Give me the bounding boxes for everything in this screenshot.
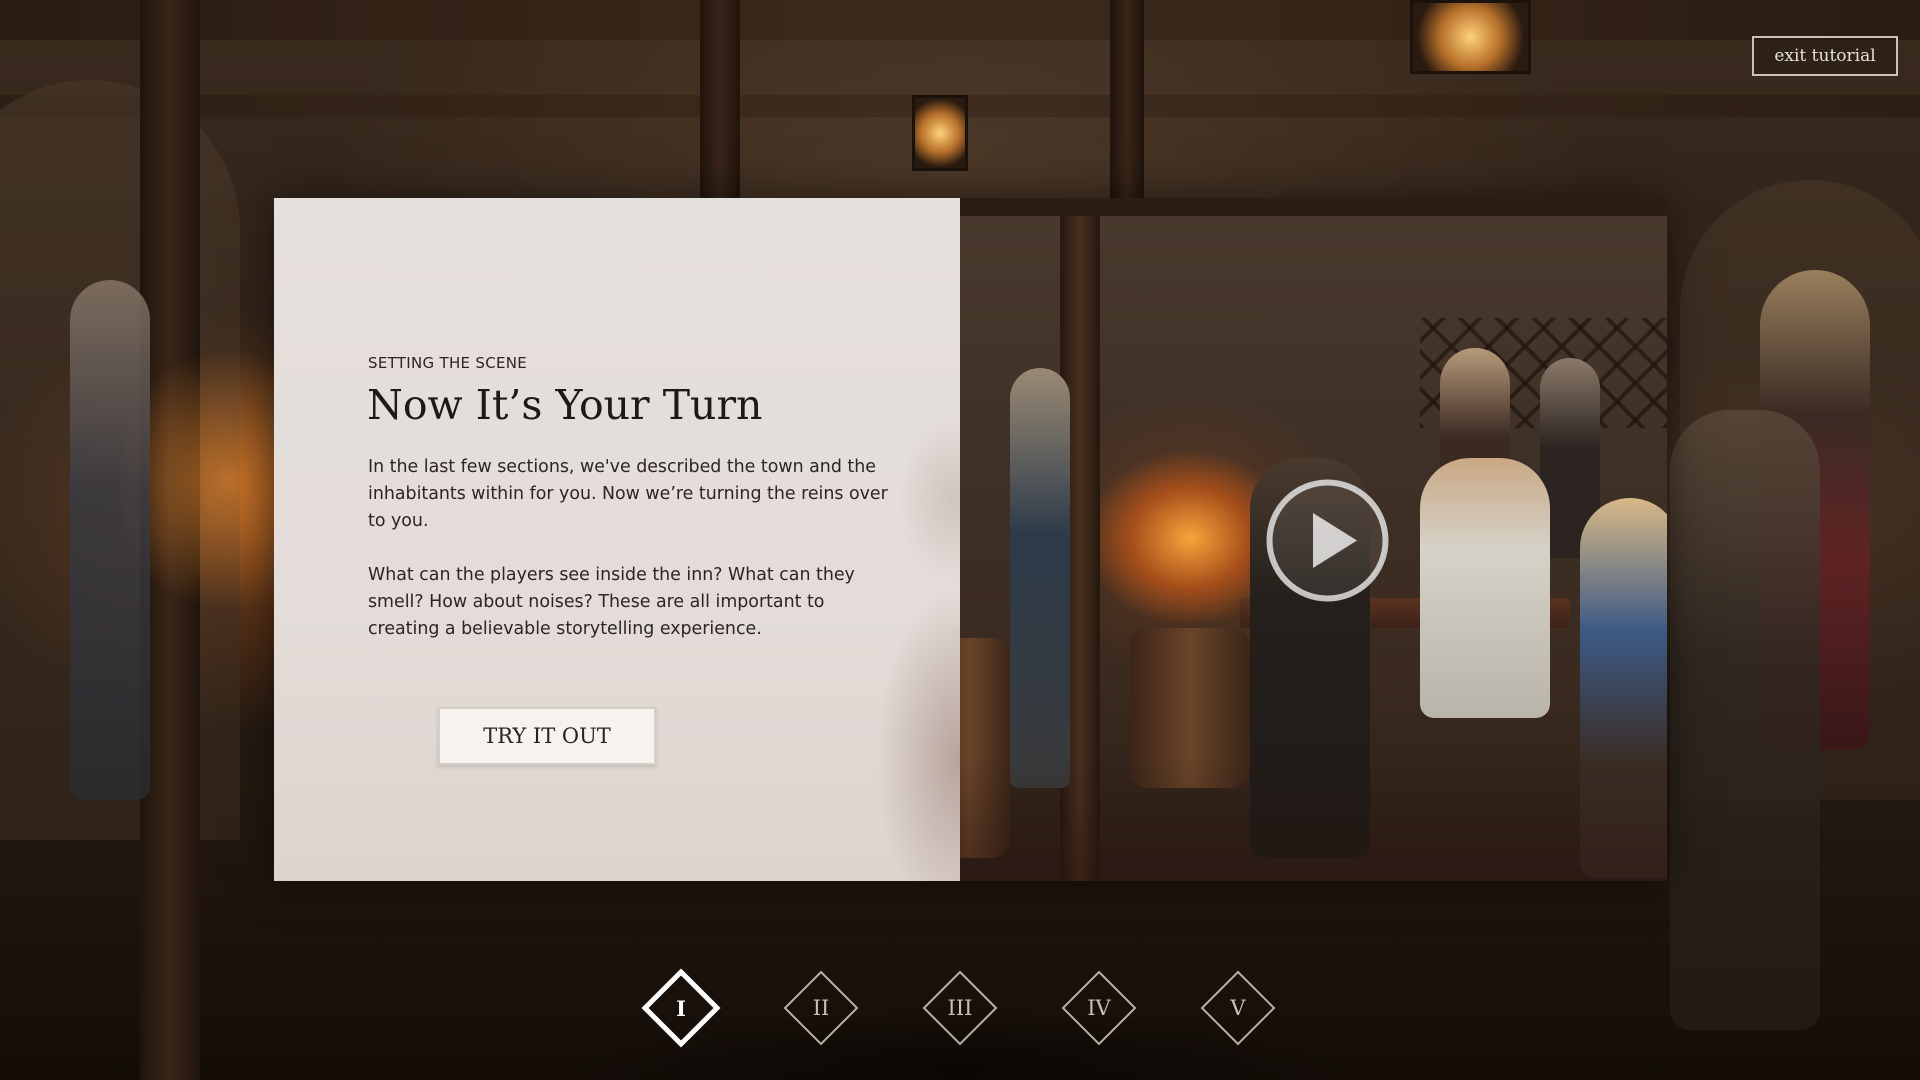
step-5-button[interactable]: V — [1198, 968, 1278, 1048]
step-label: III — [947, 996, 973, 1020]
text-panel: SETTING THE SCENE Now It’s Your Turn In … — [274, 198, 960, 881]
hanging-lantern — [1410, 0, 1531, 74]
step-navigation: I II III IV V — [0, 968, 1920, 1048]
body-paragraph: In the last few sections, we've describe… — [368, 457, 888, 531]
video-figure — [1010, 368, 1070, 788]
step-label: I — [676, 995, 686, 1021]
step-label: V — [1230, 996, 1246, 1020]
step-label: IV — [1087, 996, 1111, 1020]
step-1-button[interactable]: I — [641, 968, 721, 1048]
step-2-button[interactable]: II — [781, 968, 861, 1048]
background-figure — [70, 280, 150, 800]
video-figure — [1420, 458, 1550, 718]
tutorial-card: SETTING THE SCENE Now It’s Your Turn In … — [274, 198, 1667, 881]
video-floor — [960, 758, 1667, 881]
section-eyebrow: SETTING THE SCENE — [368, 354, 528, 372]
background-figure — [1670, 410, 1820, 1030]
page-title: Now It’s Your Turn — [367, 381, 763, 429]
exit-tutorial-button[interactable]: exit tutorial — [1752, 36, 1898, 76]
wooden-pillar — [1110, 0, 1144, 200]
step-3-button[interactable]: III — [920, 968, 1000, 1048]
try-it-out-button[interactable]: TRY IT OUT — [438, 707, 656, 765]
wooden-pillar — [700, 0, 740, 200]
step-4-button[interactable]: IV — [1059, 968, 1139, 1048]
video-beam — [960, 198, 1667, 216]
hanging-lantern — [912, 95, 968, 171]
video-panel[interactable] — [960, 198, 1667, 881]
play-icon[interactable] — [1265, 478, 1390, 603]
tutorial-screen: exit tutorial SETTING THE SCENE Now It’s… — [0, 0, 1920, 1080]
ceiling-beam — [0, 0, 1920, 40]
body-paragraph: What can the players see inside the inn?… — [368, 565, 855, 639]
step-label: II — [812, 996, 830, 1020]
